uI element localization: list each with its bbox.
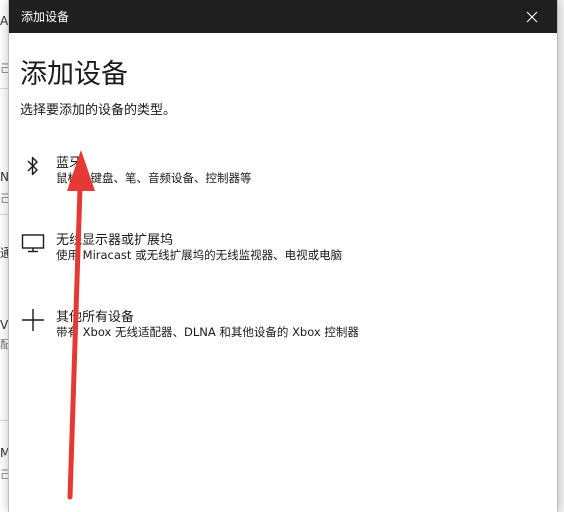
bg-text-fragment: V [0, 318, 9, 332]
option-description: 鼠标、键盘、笔、音频设备、控制器等 [56, 171, 252, 185]
option-description: 使用 Miracast 或无线扩展坞的无线监视器、电视或电脑 [56, 248, 343, 262]
monitor-icon [21, 231, 45, 255]
option-label: 其他所有设备 [56, 310, 135, 325]
option-everything-else[interactable]: 其他所有设备 带有 Xbox 无线适配器、DLNA 和其他设备的 Xbox 控制… [13, 306, 549, 358]
page-subtitle: 选择要添加的设备的类型。 [20, 103, 177, 118]
option-description: 带有 Xbox 无线适配器、DLNA 和其他设备的 Xbox 控制器 [56, 325, 359, 339]
close-icon [526, 11, 538, 23]
page-title: 添加设备 [20, 59, 128, 90]
title-bar: 添加设备 [9, 0, 557, 33]
option-bluetooth[interactable]: 蓝牙 鼠标、键盘、笔、音频设备、控制器等 [13, 152, 549, 204]
add-device-dialog: 添加设备 添加设备 选择要添加的设备的类型。 蓝牙 鼠标、键盘、笔、音频设备、控… [8, 0, 558, 512]
close-button[interactable] [515, 4, 549, 30]
option-label: 无线显示器或扩展坞 [56, 233, 174, 248]
option-label: 蓝牙 [56, 156, 83, 171]
option-wireless-display[interactable]: 无线显示器或扩展坞 使用 Miracast 或无线扩展坞的无线监视器、电视或电脑 [13, 229, 549, 281]
plus-icon [21, 308, 45, 332]
window-title: 添加设备 [21, 10, 70, 24]
bluetooth-icon [21, 154, 45, 178]
bg-text-fragment: A [0, 14, 9, 28]
